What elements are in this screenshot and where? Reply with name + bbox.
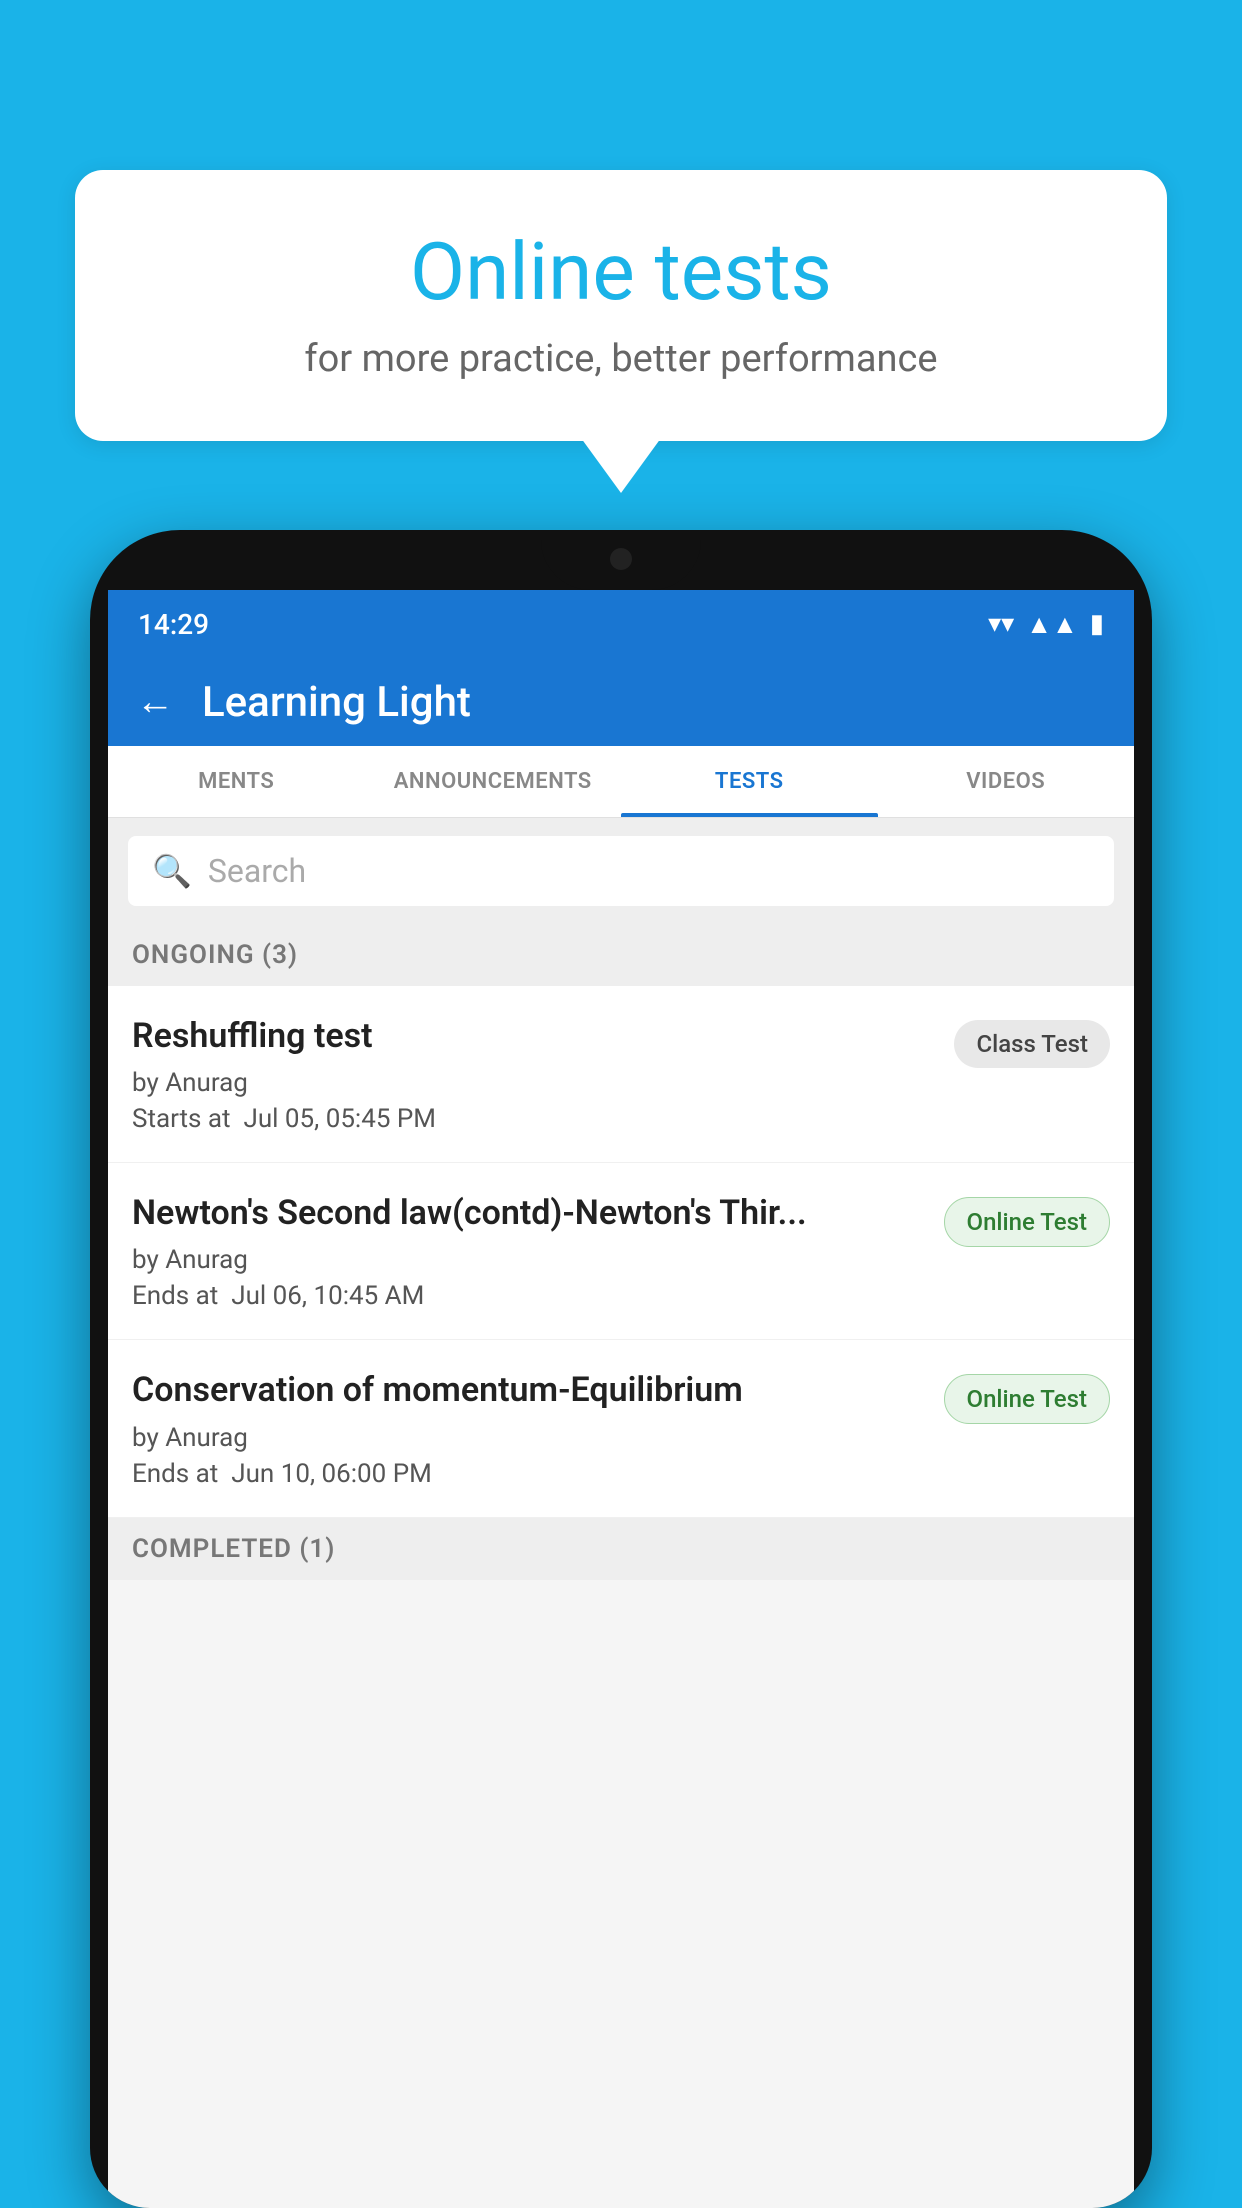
status-time: 14:29 xyxy=(138,608,209,641)
phone-frame: 14:29 ▾▾ ▲▲ ▮ ← Learning Light MENTS ANN… xyxy=(90,530,1152,2208)
test-badge-online: Online Test xyxy=(944,1197,1110,1247)
back-button[interactable]: ← xyxy=(136,680,174,724)
front-camera xyxy=(610,548,632,570)
wifi-icon: ▾▾ xyxy=(988,609,1014,639)
test-item[interactable]: Conservation of momentum-Equilibrium by … xyxy=(108,1340,1134,1517)
test-time: Starts at Jul 05, 05:45 PM xyxy=(132,1104,938,1134)
bubble-subtitle: for more practice, better performance xyxy=(135,337,1107,381)
ongoing-section-header: ONGOING (3) xyxy=(108,924,1134,986)
test-name: Newton's Second law(contd)-Newton's Thir… xyxy=(132,1191,928,1235)
app-title: Learning Light xyxy=(202,678,471,727)
search-icon: 🔍 xyxy=(152,852,192,890)
test-time: Ends at Jun 10, 06:00 PM xyxy=(132,1459,928,1489)
signal-icon: ▲▲ xyxy=(1026,609,1077,640)
tab-tests[interactable]: TESTS xyxy=(621,746,878,817)
test-info: Reshuffling test by Anurag Starts at Jul… xyxy=(132,1014,938,1134)
test-item[interactable]: Newton's Second law(contd)-Newton's Thir… xyxy=(108,1163,1134,1340)
phone-screen: 14:29 ▾▾ ▲▲ ▮ ← Learning Light MENTS ANN… xyxy=(108,590,1134,2208)
test-list: Reshuffling test by Anurag Starts at Jul… xyxy=(108,986,1134,1518)
test-time: Ends at Jul 06, 10:45 AM xyxy=(132,1281,928,1311)
status-icons: ▾▾ ▲▲ ▮ xyxy=(988,609,1104,640)
test-item[interactable]: Reshuffling test by Anurag Starts at Jul… xyxy=(108,986,1134,1163)
tab-videos[interactable]: VIDEOS xyxy=(878,746,1135,817)
phone-notch xyxy=(541,530,701,590)
tab-ments[interactable]: MENTS xyxy=(108,746,365,817)
app-header: ← Learning Light xyxy=(108,658,1134,746)
test-badge-class: Class Test xyxy=(954,1020,1110,1068)
test-name: Reshuffling test xyxy=(132,1014,938,1058)
speech-bubble: Online tests for more practice, better p… xyxy=(75,170,1167,441)
test-info: Conservation of momentum-Equilibrium by … xyxy=(132,1368,928,1488)
test-badge-online: Online Test xyxy=(944,1374,1110,1424)
search-container: 🔍 Search xyxy=(108,818,1134,924)
status-bar: 14:29 ▾▾ ▲▲ ▮ xyxy=(108,590,1134,658)
tabs-bar: MENTS ANNOUNCEMENTS TESTS VIDEOS xyxy=(108,746,1134,818)
test-info: Newton's Second law(contd)-Newton's Thir… xyxy=(132,1191,928,1311)
test-author: by Anurag xyxy=(132,1423,928,1453)
completed-section-header: COMPLETED (1) xyxy=(108,1518,1134,1580)
search-input[interactable]: Search xyxy=(208,852,306,890)
battery-icon: ▮ xyxy=(1090,609,1104,639)
test-name: Conservation of momentum-Equilibrium xyxy=(132,1368,928,1412)
tab-announcements[interactable]: ANNOUNCEMENTS xyxy=(365,746,622,817)
search-bar[interactable]: 🔍 Search xyxy=(128,836,1114,906)
test-author: by Anurag xyxy=(132,1068,938,1098)
bubble-title: Online tests xyxy=(135,225,1107,319)
test-author: by Anurag xyxy=(132,1245,928,1275)
